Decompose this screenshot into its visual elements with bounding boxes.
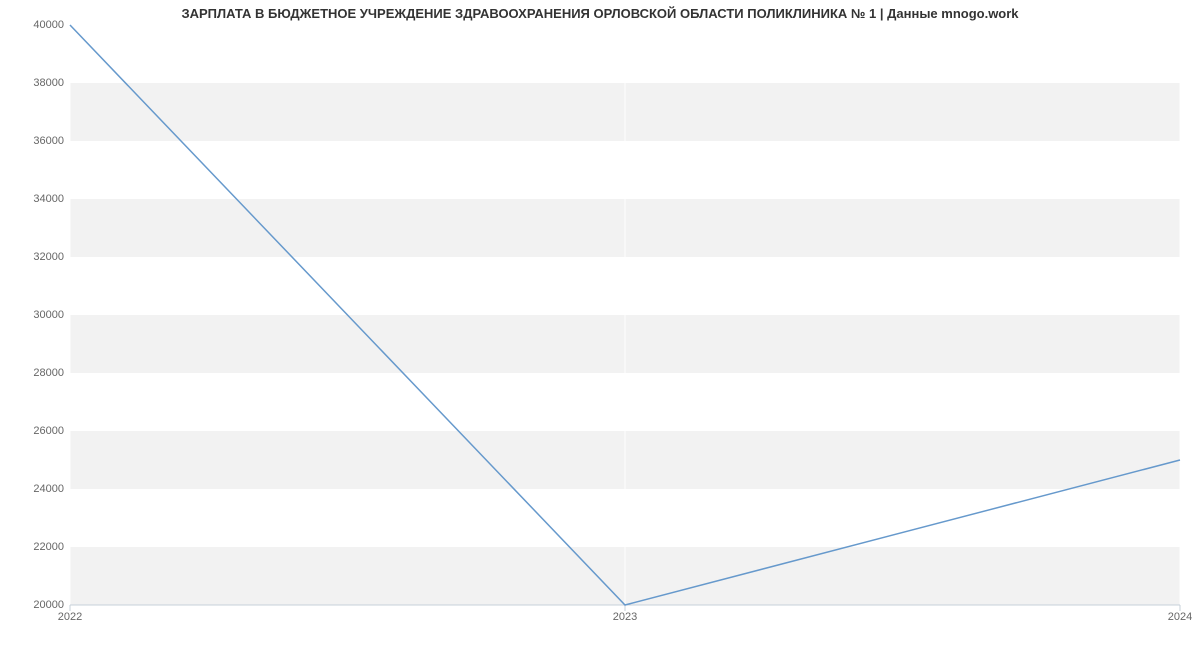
y-tick-label: 36000 [4, 135, 64, 147]
y-tick-label: 26000 [4, 425, 64, 437]
y-tick-label: 24000 [4, 483, 64, 495]
y-tick-label: 40000 [4, 19, 64, 31]
chart-title: ЗАРПЛАТА В БЮДЖЕТНОЕ УЧРЕЖДЕНИЕ ЗДРАВООХ… [0, 6, 1200, 21]
x-tick-label: 2024 [1168, 611, 1192, 623]
y-tick-label: 38000 [4, 77, 64, 89]
chart-svg [70, 25, 1180, 605]
y-tick-label: 22000 [4, 541, 64, 553]
y-tick-label: 34000 [4, 193, 64, 205]
y-tick-label: 30000 [4, 309, 64, 321]
x-tick-label: 2023 [613, 611, 637, 623]
x-tick-label: 2022 [58, 611, 82, 623]
chart-plot-area [70, 25, 1180, 605]
y-tick-label: 32000 [4, 251, 64, 263]
y-tick-label: 20000 [4, 599, 64, 611]
y-tick-label: 28000 [4, 367, 64, 379]
